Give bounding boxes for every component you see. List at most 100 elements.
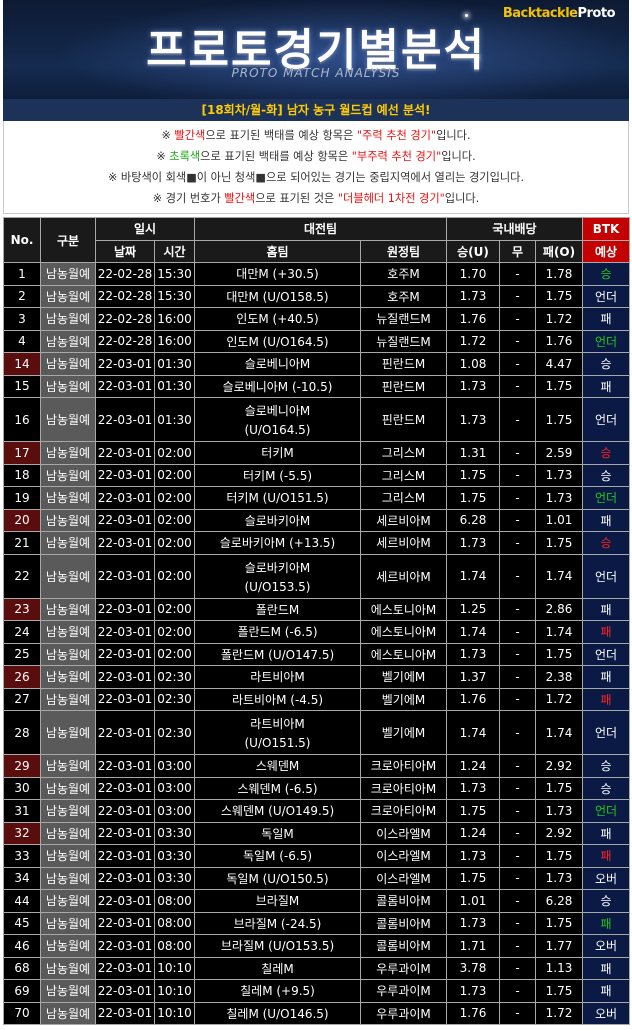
league-cell: 남농월예 bbox=[40, 911, 96, 935]
time-cell: 15:30 bbox=[154, 284, 195, 308]
home-team-line: (U/O151.5) bbox=[244, 736, 311, 750]
odds-win-cell: 1.37 bbox=[446, 665, 500, 689]
away-team-cell: 세르비아M bbox=[360, 553, 447, 599]
match-table: No. 구분 일시 대전팀 국내배당 BTK 날짜 시간 홈팀 원정팀 승(U)… bbox=[3, 217, 631, 1025]
odds-win-cell: 1.73 bbox=[446, 776, 500, 800]
prediction-cell: 승 bbox=[582, 352, 631, 376]
odds-draw-cell: - bbox=[499, 441, 536, 465]
odds-win-cell: 1.76 bbox=[446, 1001, 500, 1025]
prediction-cell: 언더 bbox=[582, 329, 631, 353]
home-team-name: 슬로베니아M bbox=[244, 404, 311, 418]
match-number: 19 bbox=[3, 486, 41, 510]
home-team-cell: 폴란드M bbox=[194, 597, 361, 621]
home-team-name: 터키M (U/O151.5) bbox=[226, 491, 329, 506]
odds-lose-cell: 1.75 bbox=[534, 642, 584, 666]
table-row: 26 남농월예 22-03-01 02:30 라트비아M 벨기에M 1.37-2.38 패 bbox=[3, 665, 631, 689]
odds-win-cell: 1.74 bbox=[446, 620, 500, 644]
home-team-name: 라트비아M bbox=[250, 670, 305, 685]
league-cell: 남농월예 bbox=[40, 956, 96, 980]
home-team-name: 독일M bbox=[261, 826, 294, 841]
odds-draw-cell: - bbox=[499, 889, 536, 913]
home-team-name: 스웨덴M bbox=[255, 759, 300, 774]
table-row: 25 남농월예 22-03-01 02:00 폴란드M (U/O147.5) 에스토니아M… bbox=[3, 642, 631, 666]
league-cell: 남농월예 bbox=[40, 463, 96, 487]
home-team-cell: 인도M (+40.5) bbox=[194, 307, 361, 331]
time-cell: 02:00 bbox=[154, 620, 195, 644]
notes-box: ※ 빨간색으로 표기된 백태를 예상 항목은 "주력 추천 경기"입니다. ※ … bbox=[3, 121, 629, 214]
date-cell: 22-03-01 bbox=[95, 374, 155, 398]
home-team-cell: 터키M bbox=[194, 441, 361, 465]
date-cell: 22-03-01 bbox=[95, 1001, 155, 1025]
odds-win-cell: 1.31 bbox=[446, 441, 500, 465]
odds-lose-cell: 1.73 bbox=[534, 799, 584, 823]
odds-win-cell: 1.25 bbox=[446, 597, 500, 621]
odds-draw-cell: - bbox=[499, 821, 536, 845]
odds-draw-cell: - bbox=[499, 754, 536, 778]
date-cell: 22-03-01 bbox=[95, 463, 155, 487]
match-number: 3 bbox=[3, 307, 41, 331]
odds-lose-cell: 1.74 bbox=[534, 620, 584, 644]
table-row: 44 남농월예 22-03-01 08:00 브라질M 콜롬비아M 1.01-6.28 승 bbox=[3, 889, 631, 913]
odds-lose-cell: 2.92 bbox=[534, 754, 584, 778]
time-cell: 03:30 bbox=[154, 866, 195, 890]
table-row: 31 남농월예 22-03-01 03:00 스웨덴M (U/O149.5) 크로아티아M… bbox=[3, 799, 631, 823]
prediction-cell: 승 bbox=[582, 531, 631, 555]
odds-lose-cell: 1.73 bbox=[534, 463, 584, 487]
away-team-cell: 벨기에M bbox=[360, 665, 447, 689]
match-number: 28 bbox=[3, 710, 41, 755]
table-row: 20 남농월예 22-03-01 02:00 슬로바키아M 세르비아M 6.28-1.01 패 bbox=[3, 508, 631, 532]
round-title: [18회차/월-화] 남자 농구 월드컵 예선 분석! bbox=[3, 99, 629, 121]
home-team-cell: 독일M (U/O150.5) bbox=[194, 866, 361, 890]
away-team-cell: 세르비아M bbox=[360, 508, 447, 532]
table-row: 30 남농월예 22-03-01 03:00 스웨덴M (-6.5) 크로아티아M 1.73… bbox=[3, 776, 631, 800]
home-team-cell: 인도M (U/O164.5) bbox=[194, 329, 361, 353]
home-team-cell: 대만M (U/O158.5) bbox=[194, 284, 361, 308]
league-cell: 남농월예 bbox=[40, 374, 96, 398]
prediction-cell: 승 bbox=[582, 262, 631, 286]
date-cell: 22-03-01 bbox=[95, 352, 155, 376]
odds-lose-cell: 6.28 bbox=[534, 889, 584, 913]
time-cell: 02:30 bbox=[154, 687, 195, 711]
home-team-name: 터키M bbox=[261, 446, 294, 461]
table-row: 18 남농월예 22-03-01 02:00 터키M (-5.5) 그리스M 1.75-1.… bbox=[3, 463, 631, 487]
league-cell: 남농월예 bbox=[40, 642, 96, 666]
table-row: 22 남농월예 22-03-01 02:00 슬로바키아M (U/O153.5) 세르비아M… bbox=[3, 553, 631, 599]
home-team-name: 브라질M bbox=[255, 894, 300, 909]
home-team-cell: 칠레M bbox=[194, 956, 361, 980]
table-row: 21 남농월예 22-03-01 02:00 슬로바키아M (+13.5) 세르비아M 1.… bbox=[3, 531, 631, 555]
odds-lose-cell: 1.75 bbox=[534, 374, 584, 398]
time-cell: 01:30 bbox=[154, 374, 195, 398]
prediction-cell: 패 bbox=[582, 979, 631, 1003]
date-cell: 22-03-01 bbox=[95, 441, 155, 465]
league-cell: 남농월예 bbox=[40, 934, 96, 958]
home-team-cell: 라트비아M (U/O151.5) bbox=[194, 710, 361, 755]
time-cell: 16:00 bbox=[154, 307, 195, 331]
away-team-cell: 그리스M bbox=[360, 486, 447, 510]
prediction-cell: 패 bbox=[582, 687, 631, 711]
odds-draw-cell: - bbox=[499, 486, 536, 510]
home-team-name: 독일M (U/O150.5) bbox=[226, 871, 329, 886]
time-cell: 03:00 bbox=[154, 754, 195, 778]
date-cell: 22-03-01 bbox=[95, 979, 155, 1003]
away-team-cell: 세르비아M bbox=[360, 531, 447, 555]
time-cell: 10:10 bbox=[154, 1001, 195, 1025]
home-team-name: 스웨덴M (U/O149.5) bbox=[220, 804, 335, 819]
prediction-cell: 승 bbox=[582, 754, 631, 778]
away-team-cell: 호주M bbox=[360, 284, 447, 308]
match-number: 33 bbox=[3, 844, 41, 868]
home-team-cell: 대만M (+30.5) bbox=[194, 262, 361, 286]
league-cell: 남농월예 bbox=[40, 1001, 96, 1025]
date-cell: 22-03-01 bbox=[95, 597, 155, 621]
prediction-cell: 언더 bbox=[582, 397, 631, 442]
league-cell: 남농월예 bbox=[40, 486, 96, 510]
odds-draw-cell: - bbox=[499, 597, 536, 621]
time-cell: 02:00 bbox=[154, 553, 195, 599]
date-cell: 22-03-01 bbox=[95, 508, 155, 532]
away-team-cell: 뉴질랜드M bbox=[360, 329, 447, 353]
home-team-name: 폴란드M (U/O147.5) bbox=[220, 647, 335, 662]
odds-lose-cell: 1.73 bbox=[534, 486, 584, 510]
match-number: 26 bbox=[3, 665, 41, 689]
header-match: 대전팀 bbox=[194, 217, 447, 241]
home-team-name: 대만M (U/O158.5) bbox=[226, 289, 329, 304]
league-cell: 남농월예 bbox=[40, 620, 96, 644]
